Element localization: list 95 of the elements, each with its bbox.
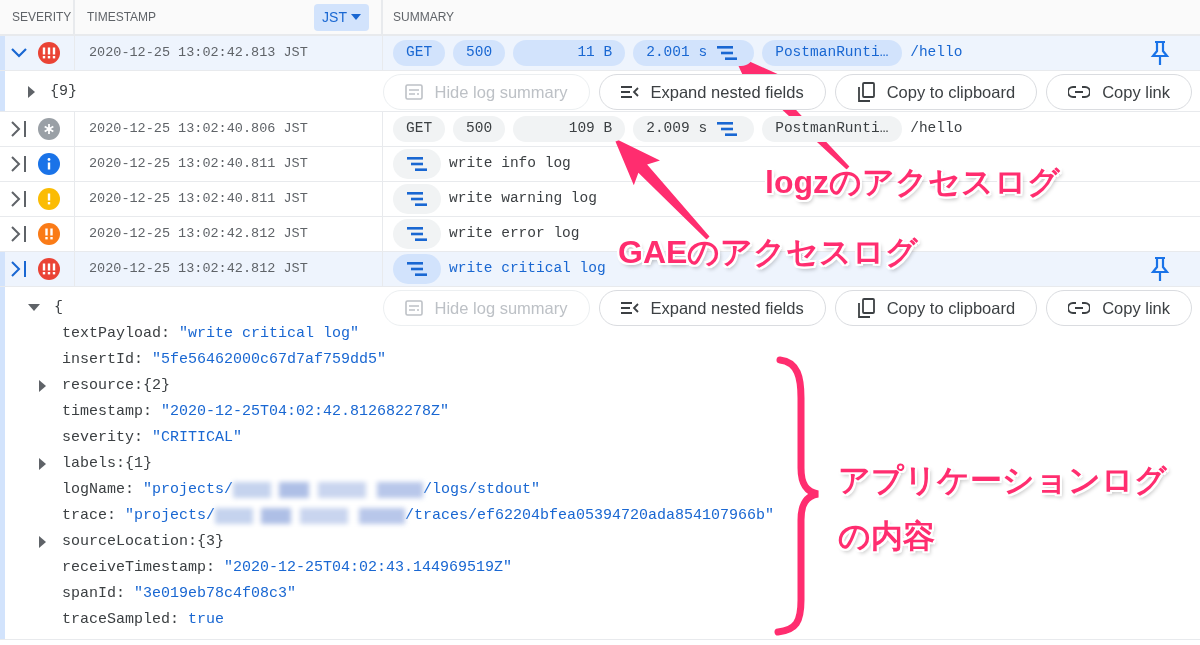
column-header: SEVERITY [12,9,72,26]
column-header: SUMMARY [393,9,455,26]
action-button[interactable]: Expand nested fields [598,290,826,326]
expand-arrow-icon[interactable] [38,458,48,470]
timestamp: 2020-12-25 13:02:42.812 JST [89,224,308,243]
action-button[interactable]: Copy to clipboard [834,74,1038,110]
field-key: timestamp: [62,400,152,424]
json-brace: { [54,297,63,318]
field-key: insertId: [62,348,143,372]
caret-icon [351,14,361,20]
summary-icon [404,84,423,100]
method-chip[interactable]: GET [393,116,446,142]
agent-chip[interactable]: PostmanRunti… [762,116,903,142]
list-icon [620,85,639,99]
trace-icon [717,121,738,137]
list-icon [620,301,639,315]
timestamp: 2020-12-25 13:02:42.813 JST [89,43,308,62]
field-value: {3} [197,531,225,552]
field-key: severity: [62,426,143,450]
pin-icon[interactable] [1150,40,1170,66]
field-value: "projects/ [143,479,234,500]
action-button[interactable]: Copy link [1046,74,1192,110]
expand-icon[interactable] [10,120,28,138]
expand-icon[interactable] [10,190,28,208]
method-chip[interactable]: GET [393,40,446,66]
trace-icon [717,45,738,61]
link-icon [1068,86,1091,98]
field-key: traceSampled: [62,608,180,632]
trace-icon [407,261,427,277]
log-message: write warning log [449,189,597,209]
trace-icon [407,191,427,207]
field-value: /traces/ef62204bfea05394720ada854107966b" [405,505,775,526]
field-key: resource: [62,374,143,398]
agent-chip[interactable]: PostmanRunti… [762,40,903,66]
timestamp: 2020-12-25 13:02:40.811 JST [89,189,308,208]
size-chip[interactable]: 11 B [513,40,626,66]
field-key: sourceLocation: [62,530,198,554]
request-path: /hello [910,119,963,139]
field-key: textPayload: [62,322,171,346]
field-value: {1} [125,453,153,474]
field-value: "CRITICAL" [152,427,243,448]
pin-icon[interactable] [1150,256,1170,282]
status-chip[interactable]: 500 [453,40,506,66]
field-value: "write critical log" [179,323,360,344]
field-value: /logs/stdout" [423,479,541,500]
trace-chip[interactable] [393,184,441,214]
summary-icon [404,300,423,316]
trace-chip[interactable] [393,219,441,249]
expand-arrow-icon[interactable] [28,86,36,98]
latency-chip[interactable]: 2.009 s [633,116,755,142]
trace-icon [407,226,427,242]
field-value: "2020-12-25T04:02:42.812682278Z" [161,401,450,422]
expand-arrow-icon[interactable] [38,536,48,548]
column-header: TIMESTAMP [87,9,157,26]
log-message: write error log [449,224,580,244]
annotation-label: GAEのアクセスログ [618,233,919,272]
annotation-label: アプリケーションログの内容 [838,461,1168,556]
trace-chip[interactable] [393,254,441,284]
field-value: true [188,609,225,630]
action-button[interactable]: Expand nested fields [598,74,826,110]
link-icon [1068,302,1091,314]
action-button[interactable]: Copy link [1046,290,1192,326]
request-path: /hello [910,43,963,63]
trace-chip[interactable] [393,149,441,179]
json-brace: {9} [50,81,77,102]
field-value: {2} [143,375,171,396]
timestamp: 2020-12-25 13:02:42.812 JST [89,259,308,278]
field-key: logName: [62,478,134,502]
annotation-label: logzのアクセスログ [765,163,1060,202]
expand-icon[interactable] [10,225,28,243]
field-value: "5fe56462000c67d7af759dd5" [152,349,387,370]
expand-arrow-icon[interactable] [38,380,48,392]
timezone-dropdown[interactable]: JST [314,3,369,31]
size-chip[interactable]: 109 B [513,116,626,142]
status-chip[interactable]: 500 [453,116,506,142]
field-key: spanId: [62,582,125,606]
chevron-down-icon[interactable] [10,47,28,59]
latency-chip[interactable]: 2.001 s [633,40,755,66]
expand-icon[interactable] [10,260,28,278]
action-button[interactable]: Copy to clipboard [834,290,1038,326]
timestamp: 2020-12-25 13:02:40.811 JST [89,154,308,173]
field-key: labels: [62,452,125,476]
timestamp: 2020-12-25 13:02:40.806 JST [89,119,308,138]
copy-icon [856,82,875,102]
field-value: "2020-12-25T04:02:43.144969519Z" [224,557,513,578]
collapse-arrow-icon[interactable] [28,304,40,312]
log-message: write critical log [449,259,606,279]
copy-icon [856,298,875,318]
expand-icon[interactable] [10,155,28,173]
field-key: trace: [62,504,116,528]
field-value: "3e019eb78c4f08c3" [134,583,297,604]
field-value: "projects/ [125,505,216,526]
trace-icon [407,156,427,172]
log-message: write info log [449,154,571,174]
field-key: receiveTimestamp: [62,556,216,580]
